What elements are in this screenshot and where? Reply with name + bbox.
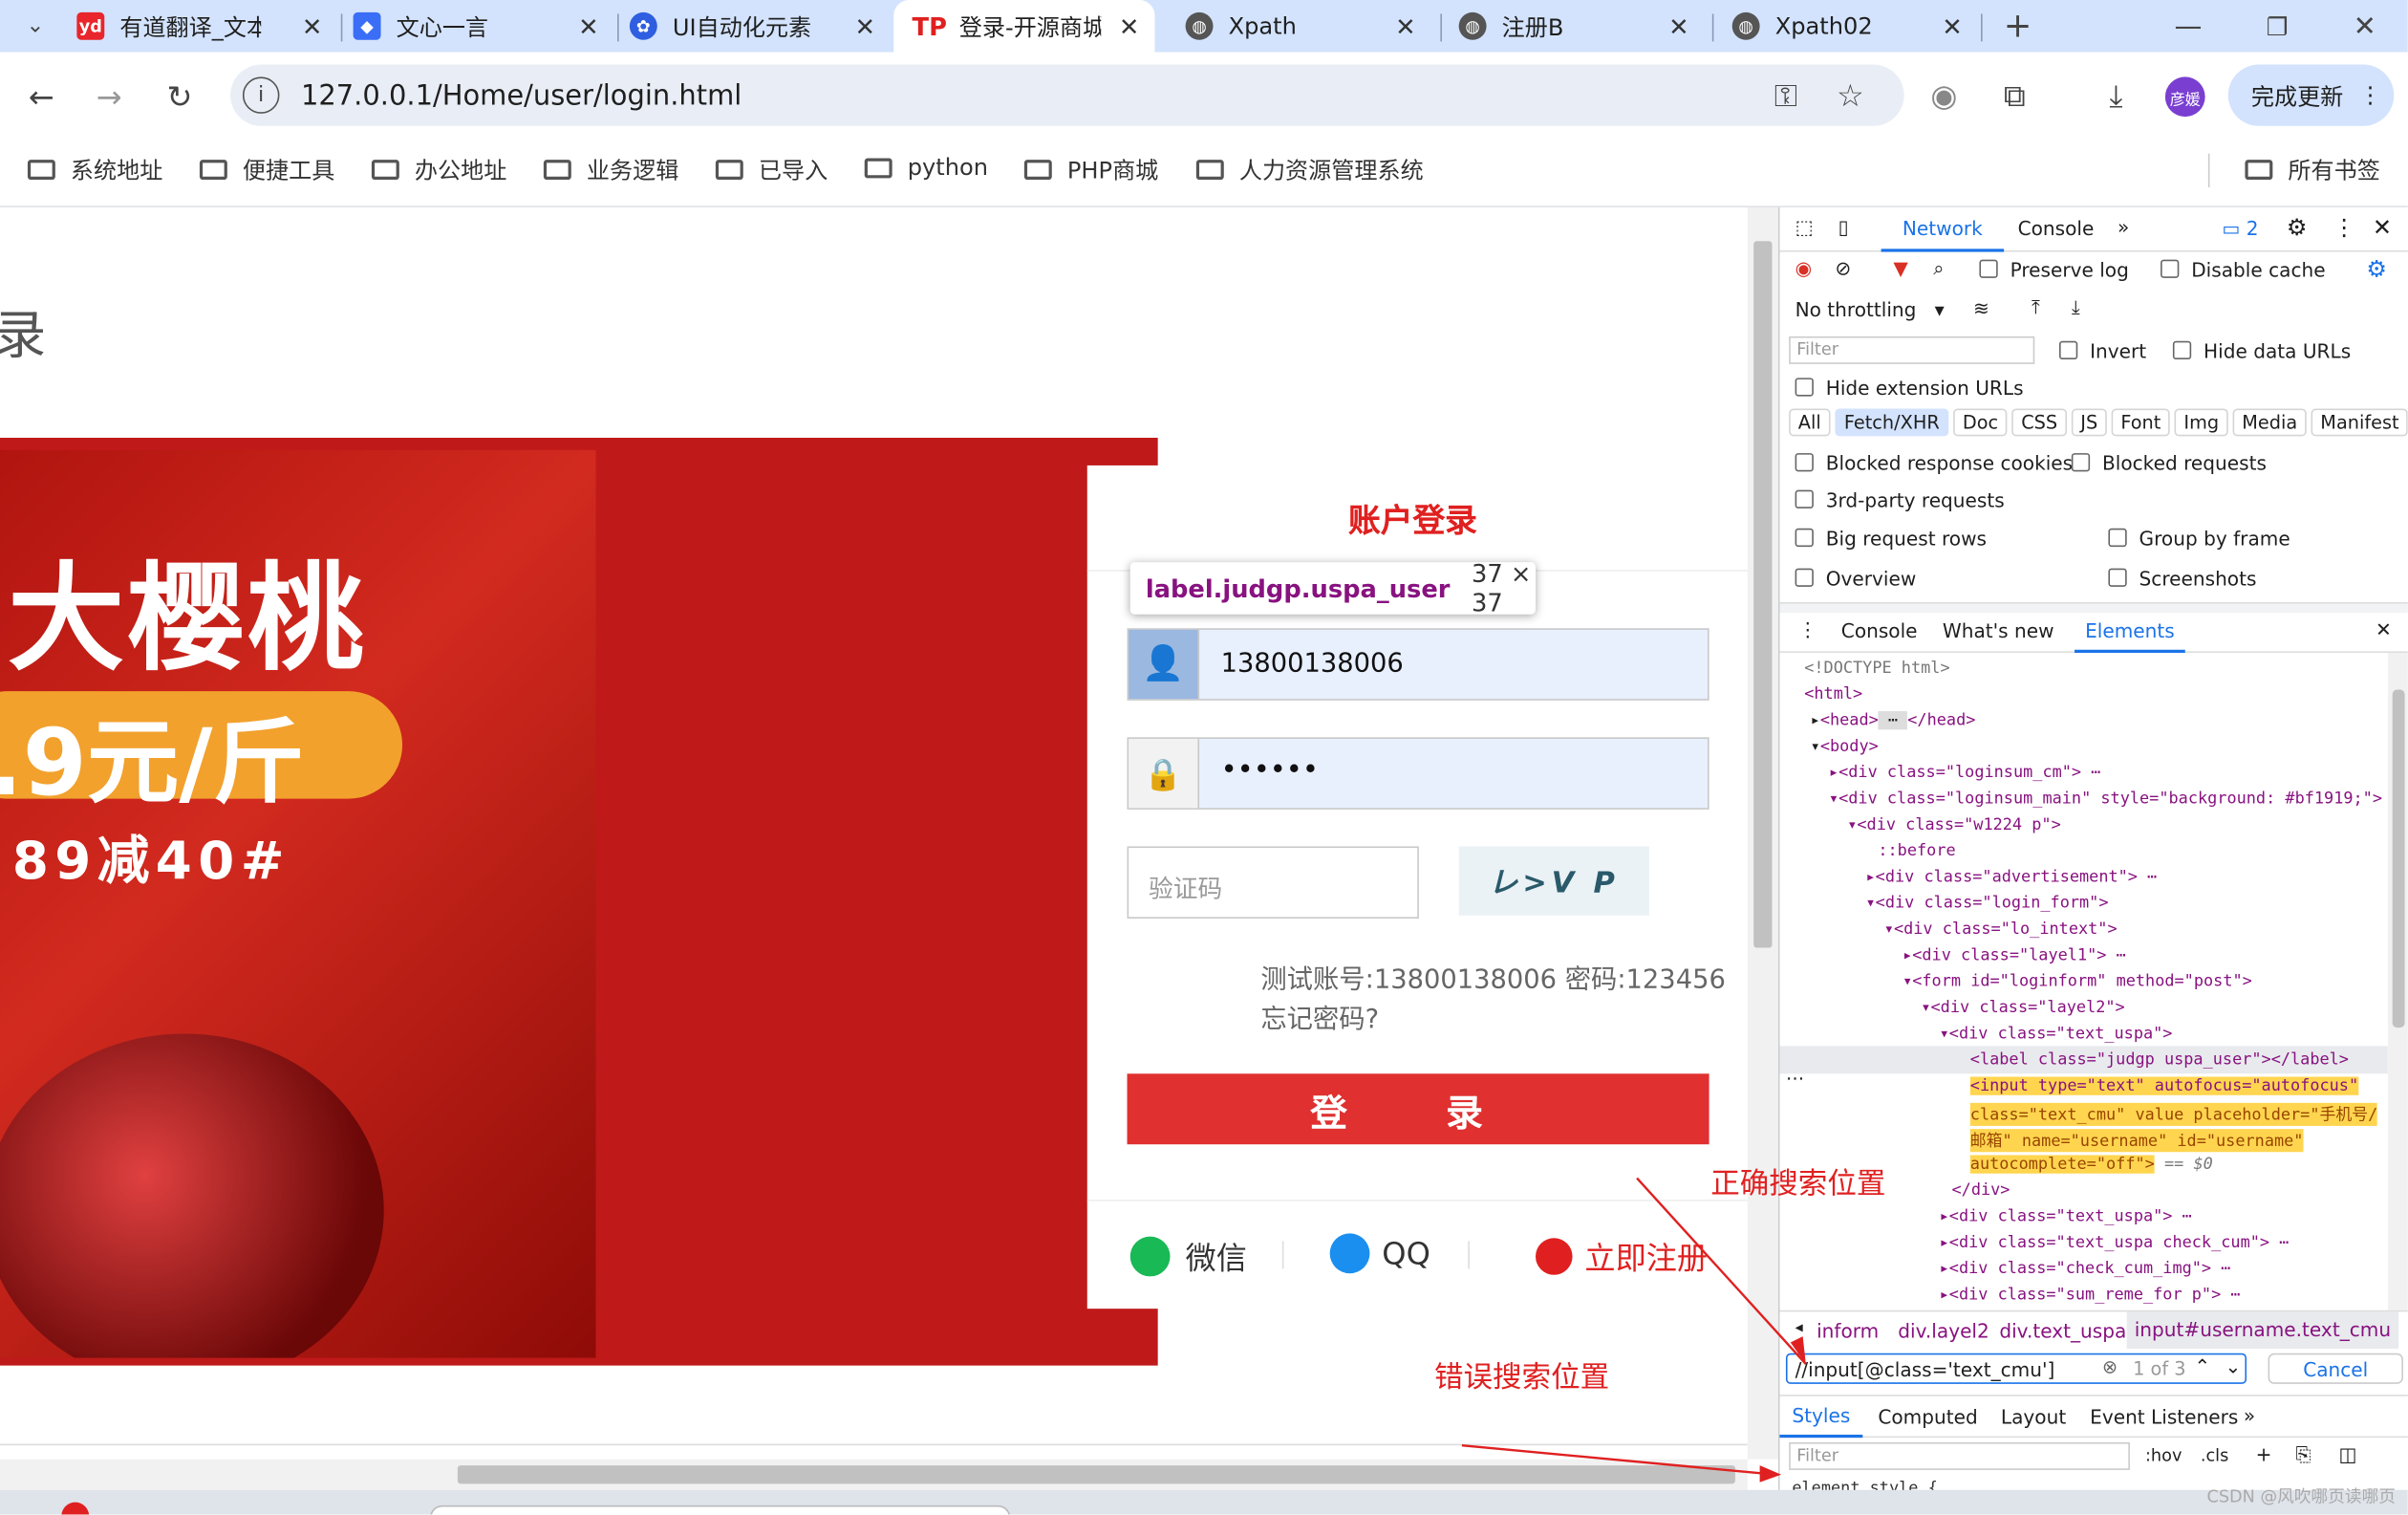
taskbar-strip xyxy=(0,1489,2408,1515)
watermark: CSDN @风吹哪页读哪页 xyxy=(2206,1486,2396,1507)
annotation-correct: 正确搜索位置 xyxy=(1710,1167,1886,1201)
annotation-wrong: 错误搜索位置 xyxy=(1433,1360,1610,1396)
annotation-arrows xyxy=(1461,1177,1807,1483)
